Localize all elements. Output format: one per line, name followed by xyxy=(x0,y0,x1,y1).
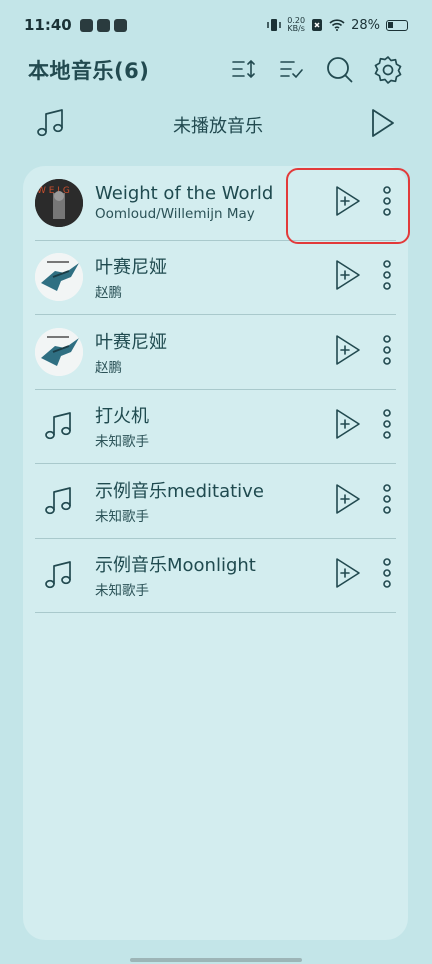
add-to-queue-button[interactable] xyxy=(334,556,362,594)
song-row[interactable]: 打火机 未知歌手 xyxy=(35,390,396,464)
header: 本地音乐(6) xyxy=(0,50,432,90)
song-row[interactable]: 叶赛尼娅 赵鹏 xyxy=(35,315,396,390)
wifi-icon xyxy=(329,19,345,31)
music-note-icon xyxy=(36,107,66,143)
music-note-icon xyxy=(35,551,83,599)
gear-icon[interactable] xyxy=(372,54,404,86)
song-artist: 未知歌手 xyxy=(95,434,149,451)
more-icon[interactable] xyxy=(382,557,392,593)
sort-icon[interactable] xyxy=(228,54,260,86)
page-title: 本地音乐(6) xyxy=(28,59,150,83)
row-actions xyxy=(334,407,396,445)
album-art-photo: W E I G xyxy=(35,178,83,227)
add-to-queue-button[interactable] xyxy=(334,333,362,371)
status-time: 11:40 xyxy=(24,16,72,34)
notification-icon xyxy=(113,18,127,32)
song-row[interactable]: 示例音乐meditative 未知歌手 xyxy=(35,464,396,539)
row-actions xyxy=(334,333,396,371)
no-sim-icon xyxy=(312,19,323,31)
network-speed: 0.20 KB/s xyxy=(287,16,306,33)
song-row[interactable]: 叶赛尼娅 赵鹏 xyxy=(35,241,396,315)
song-title: 叶赛尼娅 xyxy=(95,331,167,353)
song-artist: 未知歌手 xyxy=(95,583,149,600)
more-icon[interactable] xyxy=(382,483,392,519)
battery-percentage: 28% xyxy=(351,17,380,33)
song-text: 示例音乐Moonlight 未知歌手 xyxy=(95,551,334,599)
song-list: W E I G Weight of the World Oomloud/Will… xyxy=(23,166,408,940)
play-all-bar[interactable]: 未播放音乐 xyxy=(0,100,432,150)
play-icon[interactable] xyxy=(370,107,396,143)
song-title: 叶赛尼娅 xyxy=(95,257,167,279)
song-row[interactable]: 示例音乐Moonlight 未知歌手 xyxy=(35,539,396,613)
album-art-bird xyxy=(35,253,83,302)
row-actions xyxy=(334,482,396,520)
search-icon[interactable] xyxy=(324,54,356,86)
highlight-annotation xyxy=(286,168,410,244)
more-icon[interactable] xyxy=(382,259,392,295)
row-actions xyxy=(334,556,396,594)
music-note-icon xyxy=(35,402,83,450)
song-text: 打火机 未知歌手 xyxy=(95,402,334,450)
song-artist: 未知歌手 xyxy=(95,508,149,525)
add-to-queue-button[interactable] xyxy=(334,258,362,296)
more-icon[interactable] xyxy=(382,334,392,370)
notification-icons xyxy=(79,18,127,32)
vibrate-icon xyxy=(267,19,282,31)
more-icon[interactable] xyxy=(382,408,392,444)
song-title: 打火机 xyxy=(95,406,149,428)
multi-select-icon[interactable] xyxy=(276,54,308,86)
battery-icon xyxy=(386,19,408,31)
song-text: 示例音乐meditative 未知歌手 xyxy=(95,477,334,525)
home-indicator xyxy=(130,958,302,962)
song-artist: 赵鹏 xyxy=(95,359,122,376)
song-title: 示例音乐meditative xyxy=(95,480,264,502)
header-actions xyxy=(228,54,404,86)
song-text: 叶赛尼娅 赵鹏 xyxy=(95,253,334,301)
notification-icon xyxy=(79,18,93,32)
playbar-label: 未播放音乐 xyxy=(173,116,263,137)
music-note-icon xyxy=(35,477,83,525)
status-bar: 11:40 0.20 KB/s 28% xyxy=(0,0,432,50)
add-to-queue-button[interactable] xyxy=(334,482,362,520)
song-text: 叶赛尼娅 赵鹏 xyxy=(95,328,334,376)
notification-icon xyxy=(96,18,110,32)
song-artist: 赵鹏 xyxy=(95,285,122,302)
status-right: 0.20 KB/s 28% xyxy=(267,17,408,33)
add-to-queue-button[interactable] xyxy=(334,407,362,445)
row-actions xyxy=(334,258,396,296)
song-title: 示例音乐Moonlight xyxy=(95,555,256,577)
album-art-bird xyxy=(35,327,83,376)
